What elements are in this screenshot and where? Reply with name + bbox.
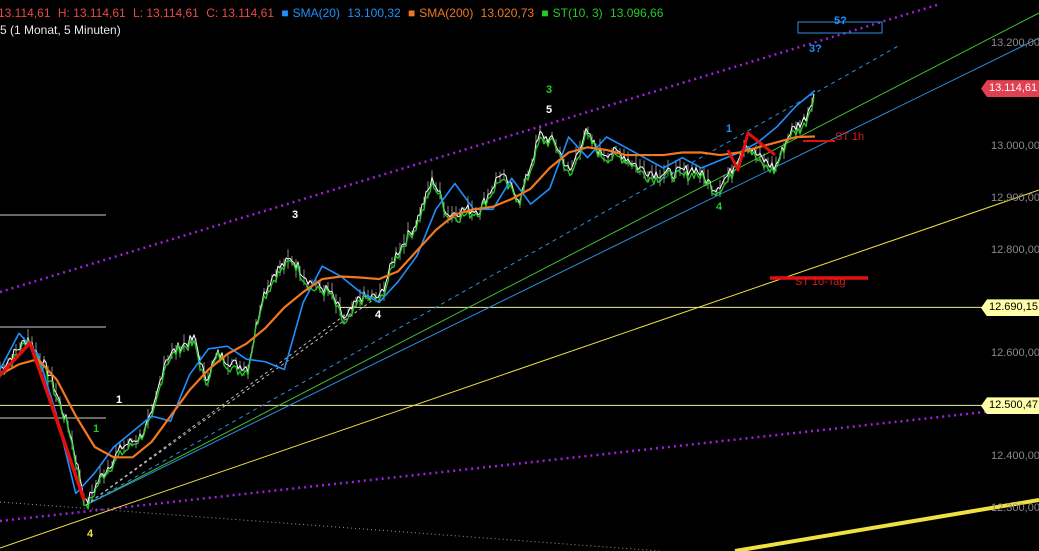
y-axis-tick: 12.400,00 <box>991 450 1039 463</box>
chart-background <box>0 0 1039 551</box>
y-axis-tick: 13.000,00 <box>991 140 1039 153</box>
wave-label: 1 <box>116 394 123 406</box>
legend-sma20-swatch: ■ <box>281 6 289 20</box>
wave-label: 1 <box>93 423 100 435</box>
y-axis-tick: 12.800,00 <box>991 243 1039 256</box>
legend-sma20-label: SMA(20) <box>292 6 340 20</box>
y-axis-tick: 12.900,00 <box>991 192 1039 204</box>
y-axis-tick: 12.600,00 <box>991 347 1039 359</box>
wave-label: 3 <box>546 84 553 96</box>
legend-sma200-value: 13.020,73 <box>480 6 535 20</box>
y-axis-tick: 13.200,00 <box>991 37 1039 49</box>
wave-label: 4 <box>375 309 382 321</box>
legend-close: C: 13.114,61 <box>206 6 275 20</box>
legend-sma20-value: 13.100,32 <box>347 6 401 20</box>
wave-label: 3? <box>809 43 822 55</box>
legend-st-value: 13.096,66 <box>610 6 664 20</box>
st-annotation: ST 10-Tag <box>795 276 846 288</box>
last-price-tag: 13.114,61 <box>981 80 1039 98</box>
level-price-tag: 12.500,47 <box>981 397 1039 415</box>
y-axis-tick: 12.300,00 <box>991 502 1039 514</box>
legend-sma200-swatch: ■ <box>408 6 416 20</box>
legend-st-label: ST(10, 3) <box>552 6 603 20</box>
legend-high: H: 13.114,61 <box>57 6 126 20</box>
wave-label: 4 <box>716 201 723 213</box>
wave-label: 1 <box>726 123 733 135</box>
chart-subtitle: 5 (1 Monat, 5 Minuten) <box>0 23 121 37</box>
st-annotation: ST 1h <box>835 131 865 143</box>
legend-last: 13.114,61 <box>0 6 51 20</box>
wave-label: 4 <box>87 528 94 540</box>
chart-legend: 13.114,61 H: 13.114,61 L: 13.114,61 C: 1… <box>0 6 667 20</box>
level-price-tag: 12.690,15 <box>981 299 1039 317</box>
wave-label: 3 <box>292 209 299 221</box>
wave-label: 5 <box>546 104 553 116</box>
legend-st-swatch: ■ <box>541 6 549 20</box>
wave-label: 5? <box>834 15 847 27</box>
legend-low: L: 13.114,61 <box>133 6 199 20</box>
legend-sma200-label: SMA(200) <box>419 6 474 20</box>
chart-canvas <box>0 0 1039 551</box>
